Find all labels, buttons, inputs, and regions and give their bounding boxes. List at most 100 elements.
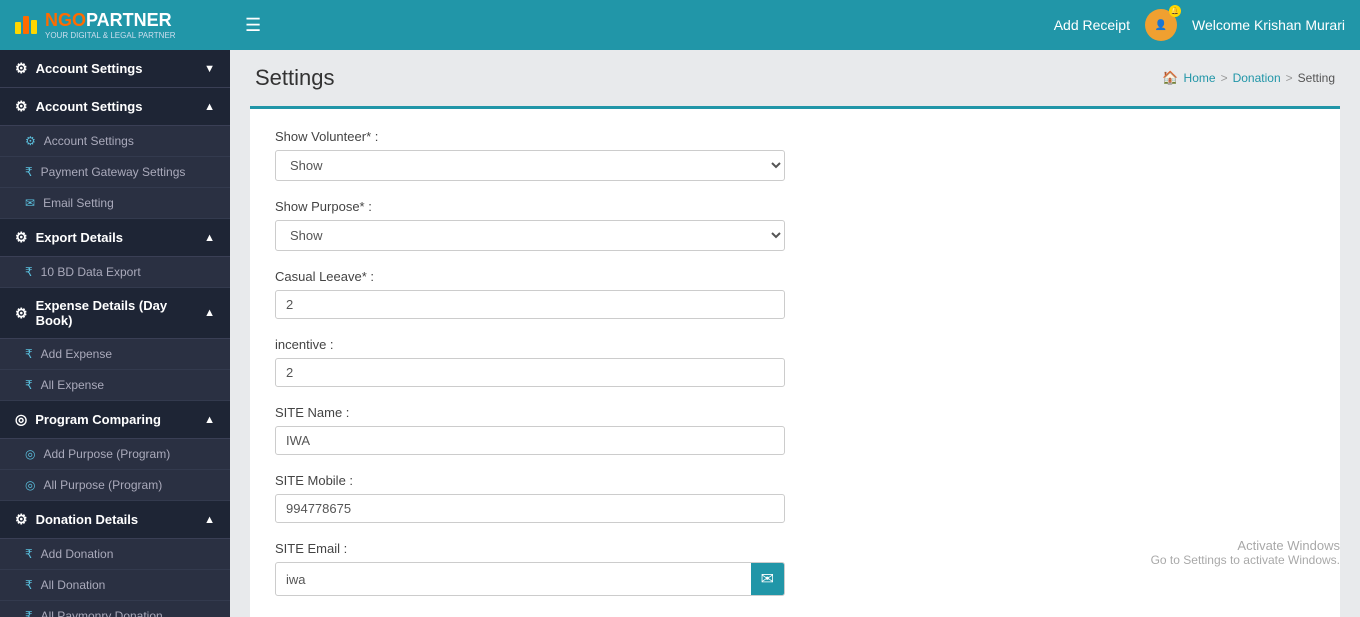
incentive-input[interactable] [275, 358, 785, 387]
site-mobile-input[interactable] [275, 494, 785, 523]
sidebar-item-label: All Donation [41, 578, 106, 592]
sidebar-item-10bd-export[interactable]: ₹ 10 BD Data Export [0, 257, 230, 288]
logo-bar-3 [31, 20, 37, 34]
sidebar-item-all-purpose[interactable]: ◎ All Purpose (Program) [0, 470, 230, 501]
sidebar-item-label: Add Purpose (Program) [43, 447, 170, 461]
sidebar-item-label: 10 BD Data Export [41, 265, 141, 279]
site-mobile-label: SITE Mobile : [275, 473, 1315, 488]
show-purpose-label: Show Purpose* : [275, 199, 1315, 214]
sidebar-item-all-donation[interactable]: ₹ All Donation [0, 570, 230, 601]
breadcrumb-bar: Settings 🏠 Home > Donation > Setting [230, 50, 1360, 96]
navbar-right: Add Receipt 👤 🔔 Welcome Krishan Murari [1054, 9, 1345, 41]
chevron-down-icon: ▼ [204, 63, 215, 75]
sidebar-item-all-paymonry[interactable]: ₹ All Paymonry Donation [0, 601, 230, 617]
incentive-group: incentive : [275, 337, 1315, 387]
sidebar-section-label-3: Export Details [36, 230, 123, 245]
gear-icon-2: ⚙ [15, 98, 28, 115]
logo-bar-2 [23, 16, 29, 34]
rupee-icon: ₹ [25, 165, 33, 179]
sidebar-section-account-settings[interactable]: ⚙ Account Settings ▲ [0, 88, 230, 126]
user-avatar: 👤 🔔 [1145, 9, 1177, 41]
site-name-input[interactable] [275, 426, 785, 455]
chevron-up-icon: ▲ [204, 101, 215, 113]
site-name-label: SITE Name : [275, 405, 1315, 420]
sidebar-item-account-settings[interactable]: ⚙ Account Settings [0, 126, 230, 157]
sidebar-item-label: Payment Gateway Settings [41, 165, 186, 179]
brand-ngo: NGO [45, 10, 86, 31]
rupee-icon-6: ₹ [25, 578, 33, 592]
add-receipt-button[interactable]: Add Receipt [1054, 17, 1130, 33]
sidebar-section-export-details[interactable]: ⚙ Export Details ▲ [0, 219, 230, 257]
avatar-icon: 👤 [1155, 20, 1167, 31]
sidebar-item-all-expense[interactable]: ₹ All Expense [0, 370, 230, 401]
gear-icon-5: ⚙ [15, 511, 28, 528]
email-icon: ✉ [25, 196, 35, 210]
sidebar-item-label: Account Settings [44, 134, 134, 148]
breadcrumb: 🏠 Home > Donation > Setting [1162, 70, 1335, 86]
rupee-icon-5: ₹ [25, 547, 33, 561]
breadcrumb-current: Setting [1298, 71, 1335, 85]
sidebar-item-add-donation[interactable]: ₹ Add Donation [0, 539, 230, 570]
sidebar-section-program-comparing[interactable]: ◎ Program Comparing ▲ [0, 401, 230, 439]
incentive-label: incentive : [275, 337, 1315, 352]
casual-leave-label: Casual Leeave* : [275, 269, 1315, 284]
home-icon: 🏠 [1162, 70, 1178, 86]
gear-small-icon: ⚙ [25, 134, 36, 148]
show-volunteer-select[interactable]: Show Hide [275, 150, 785, 181]
breadcrumb-home-link[interactable]: Home [1184, 71, 1216, 85]
sidebar-item-label: All Purpose (Program) [43, 478, 162, 492]
sidebar-item-label: Add Donation [41, 547, 114, 561]
sidebar-item-label: Email Setting [43, 196, 114, 210]
sidebar-section-label-6: Donation Details [36, 512, 139, 527]
sidebar-item-email-setting[interactable]: ✉ Email Setting [0, 188, 230, 219]
settings-form: Show Volunteer* : Show Hide Show Purpose… [250, 106, 1340, 617]
sidebar-item-label: Add Expense [41, 347, 112, 361]
sidebar-item-payment-gateway[interactable]: ₹ Payment Gateway Settings [0, 157, 230, 188]
casual-leave-group: Casual Leeave* : [275, 269, 1315, 319]
brand-text: NGO PARTNER YOUR DIGITAL & LEGAL PARTNER [45, 10, 176, 40]
breadcrumb-separator-2: > [1286, 71, 1293, 85]
email-send-icon[interactable]: ✉ [751, 563, 784, 595]
target-small-icon-2: ◎ [25, 478, 35, 492]
sidebar-section-expense-details[interactable]: ⚙ Expense Details (Day Book) ▲ [0, 288, 230, 339]
sidebar-section-donation-details[interactable]: ⚙ Donation Details ▲ [0, 501, 230, 539]
sidebar-section-label: Account Settings [36, 61, 143, 76]
site-email-group: SITE Email : ✉ [275, 541, 1315, 596]
brand-tagline: YOUR DIGITAL & LEGAL PARTNER [45, 31, 176, 40]
rupee-icon-7: ₹ [25, 609, 33, 617]
sidebar-toggle-button[interactable]: ☰ [245, 15, 261, 36]
chevron-down-icon-3: ▲ [204, 307, 215, 319]
brand-logo: NGO PARTNER YOUR DIGITAL & LEGAL PARTNER [15, 10, 176, 40]
page-title: Settings [255, 65, 335, 91]
target-small-icon: ◎ [25, 447, 35, 461]
logo-bar-1 [15, 22, 21, 34]
chevron-down-icon-4: ▲ [204, 414, 215, 426]
show-purpose-select[interactable]: Show Hide [275, 220, 785, 251]
gear-icon-3: ⚙ [15, 229, 28, 246]
navbar: NGO PARTNER YOUR DIGITAL & LEGAL PARTNER… [0, 0, 1360, 50]
logo-bars [15, 16, 37, 34]
sidebar-section-account-settings-top[interactable]: ⚙ Account Settings ▼ [0, 50, 230, 88]
brand-partner: PARTNER [86, 10, 172, 31]
sidebar: ⚙ Account Settings ▼ ⚙ Account Settings … [0, 50, 230, 617]
chevron-down-icon-5: ▲ [204, 514, 215, 526]
sidebar-item-add-purpose[interactable]: ◎ Add Purpose (Program) [0, 439, 230, 470]
chevron-down-icon-2: ▲ [204, 232, 215, 244]
sidebar-item-add-expense[interactable]: ₹ Add Expense [0, 339, 230, 370]
casual-leave-input[interactable] [275, 290, 785, 319]
brand: NGO PARTNER YOUR DIGITAL & LEGAL PARTNER [15, 10, 245, 40]
breadcrumb-donation-link[interactable]: Donation [1233, 71, 1281, 85]
breadcrumb-separator-1: > [1221, 71, 1228, 85]
rupee-icon-2: ₹ [25, 265, 33, 279]
gear-icon: ⚙ [15, 60, 28, 77]
rupee-icon-3: ₹ [25, 347, 33, 361]
site-mobile-group: SITE Mobile : [275, 473, 1315, 523]
gear-icon-4: ⚙ [15, 305, 28, 322]
sidebar-section-label-5: Program Comparing [35, 412, 161, 427]
show-volunteer-group: Show Volunteer* : Show Hide [275, 129, 1315, 181]
target-icon: ◎ [15, 411, 27, 428]
site-name-group: SITE Name : [275, 405, 1315, 455]
main-layout: ⚙ Account Settings ▼ ⚙ Account Settings … [0, 50, 1360, 617]
notification-bell-icon: 🔔 [1169, 5, 1181, 17]
site-email-input[interactable] [276, 566, 751, 593]
